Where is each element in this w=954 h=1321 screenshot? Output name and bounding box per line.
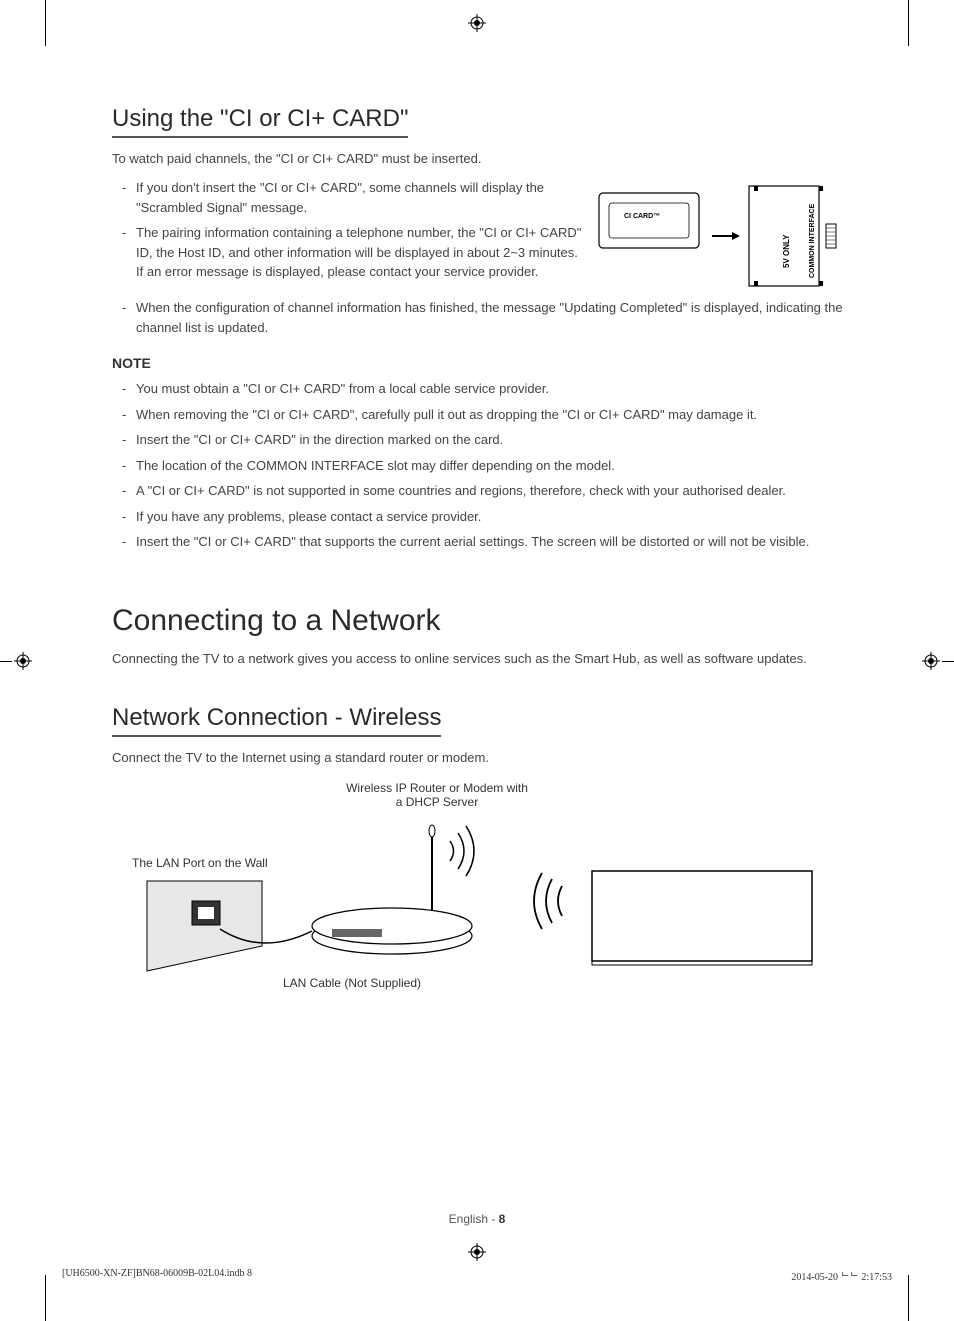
list-item: When removing the "CI or CI+ CARD", care… [112, 405, 844, 425]
tv-icon [592, 871, 812, 965]
section-ci-card: Using the "CI or CI+ CARD" To watch paid… [112, 105, 844, 552]
list-item: You must obtain a "CI or CI+ CARD" from … [112, 379, 844, 399]
main-heading: Connecting to a Network [112, 604, 844, 638]
list-item: The pairing information containing a tel… [112, 223, 584, 282]
intro-text: Connect the TV to the Internet using a s… [112, 749, 844, 767]
page-number: 8 [499, 1212, 506, 1226]
page-footer: English - 8 [449, 1212, 506, 1226]
list-item: If you don't insert the "CI or CI+ CARD"… [112, 178, 584, 217]
page-content: Using the "CI or CI+ CARD" To watch paid… [112, 105, 844, 991]
registration-mark-icon [14, 652, 32, 670]
bullets-list: When the configuration of channel inform… [112, 298, 844, 337]
list-item: A "CI or CI+ CARD" is not supported in s… [112, 481, 844, 501]
wireless-diagram: Wireless IP Router or Modem with a DHCP … [112, 781, 842, 991]
page-language: English [449, 1212, 488, 1226]
slot-label: COMMON INTERFACE [809, 204, 816, 279]
router-icon [312, 825, 472, 954]
voltage-label: 5V ONLY [782, 234, 791, 268]
crop-mark [908, 0, 909, 46]
section-network: Connecting to a Network Connecting the T… [112, 604, 844, 668]
registration-mark-icon [922, 652, 940, 670]
crop-mark [45, 0, 46, 46]
registration-mark-icon [468, 14, 486, 32]
note-heading: NOTE [112, 355, 844, 371]
crop-mark [908, 1275, 909, 1321]
print-file-info: [UH6500-XN-ZF]BN68-06009B-02L04.indb 8 [62, 1268, 252, 1283]
wifi-out-icon [450, 826, 474, 876]
ci-card-diagram: CI CARD™ 5V ONLY COMMON INTERFACE [594, 178, 844, 298]
section-heading: Network Connection - Wireless [112, 704, 441, 737]
crop-mark [0, 661, 12, 662]
crop-mark [942, 661, 954, 662]
list-item: The location of the COMMON INTERFACE slo… [112, 456, 844, 476]
section-heading: Using the "CI or CI+ CARD" [112, 105, 408, 138]
registration-mark-icon [468, 1243, 486, 1261]
list-item: Insert the "CI or CI+ CARD" in the direc… [112, 430, 844, 450]
print-footer: [UH6500-XN-ZF]BN68-06009B-02L04.indb 8 2… [62, 1268, 892, 1283]
print-timestamp: 2014-05-20 ᄂᄂ 2:17:53 [791, 1268, 892, 1283]
list-item: When the configuration of channel inform… [112, 298, 844, 337]
ci-card-label: CI CARD™ [624, 213, 660, 220]
notes-list: You must obtain a "CI or CI+ CARD" from … [112, 379, 844, 552]
wall-port-icon [147, 881, 262, 971]
wifi-in-icon [534, 873, 562, 929]
section-wireless: Network Connection - Wireless Connect th… [112, 704, 844, 991]
bullets-list: If you don't insert the "CI or CI+ CARD"… [112, 178, 584, 282]
intro-text: Connecting the TV to a network gives you… [112, 650, 844, 668]
intro-text: To watch paid channels, the "CI or CI+ C… [112, 150, 844, 168]
list-item: Insert the "CI or CI+ CARD" that support… [112, 532, 844, 552]
crop-mark [45, 1275, 46, 1321]
list-item: If you have any problems, please contact… [112, 507, 844, 527]
